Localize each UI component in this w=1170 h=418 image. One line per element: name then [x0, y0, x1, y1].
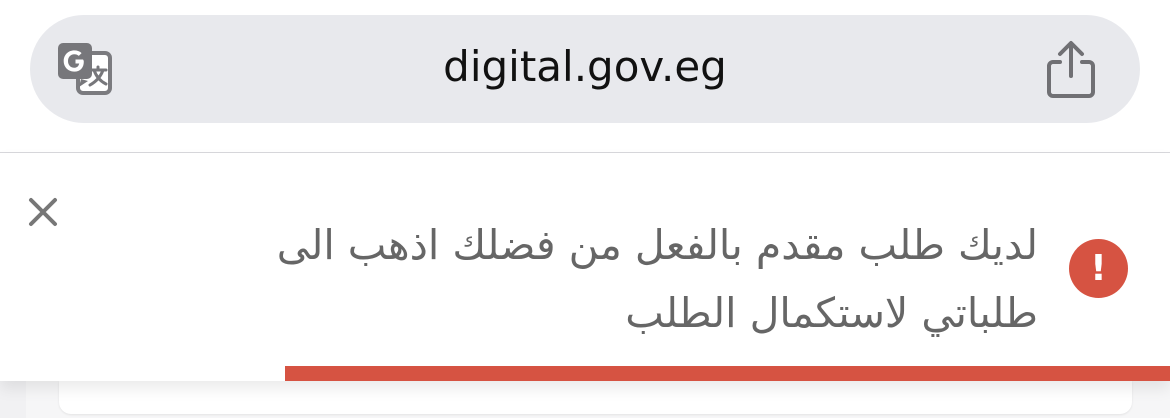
- notification-message-line: طلباتي لاستكمال الطلب: [625, 289, 1038, 337]
- browser-page: digital.gov.eg لديك طلب مقدم بالفعل من ف…: [0, 0, 1170, 418]
- close-icon[interactable]: [24, 193, 62, 231]
- notification-progress-track: [0, 366, 1170, 381]
- browser-toolbar: digital.gov.eg: [0, 0, 1170, 153]
- share-icon[interactable]: [1043, 38, 1099, 100]
- notification-progress-fill: [285, 366, 1170, 381]
- notification-message-line: لديك طلب مقدم بالفعل من فضلك اذهب الى: [276, 221, 1038, 269]
- page-edge: [0, 381, 26, 418]
- error-notification: لديك طلب مقدم بالفعل من فضلك اذهب الى طل…: [0, 153, 1170, 381]
- translate-icon[interactable]: [54, 39, 114, 99]
- notification-message: لديك طلب مقدم بالفعل من فضلك اذهب الى طل…: [150, 211, 1038, 347]
- address-url[interactable]: digital.gov.eg: [250, 38, 920, 96]
- page-card-edge: [59, 381, 1132, 414]
- page-background-below: [0, 381, 1170, 418]
- error-icon: !: [1069, 239, 1128, 298]
